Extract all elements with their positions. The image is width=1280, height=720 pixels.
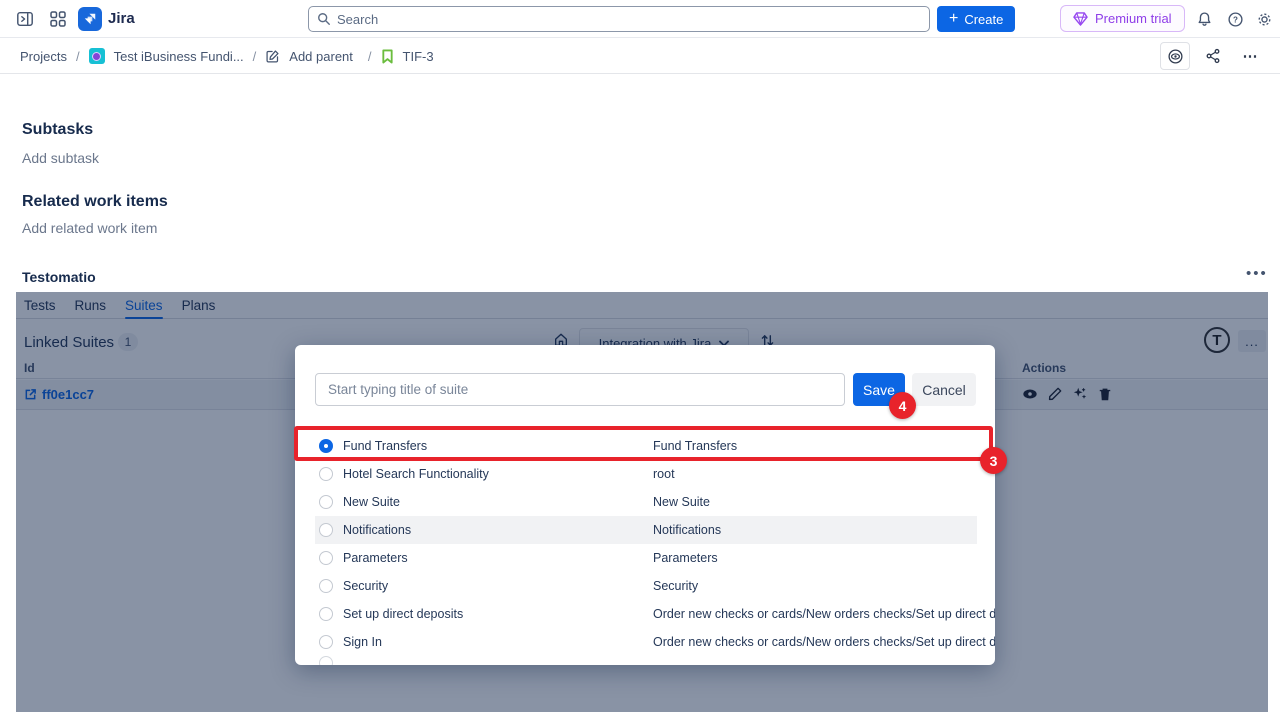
add-related-link[interactable]: Add related work item <box>22 220 157 236</box>
breadcrumb-issue-key[interactable]: TIF-3 <box>403 49 434 64</box>
issue-actions: ⋯ <box>1160 42 1266 70</box>
breadcrumb: Projects / Test iBusiness Fundi... / Add… <box>20 38 434 74</box>
share-icon[interactable] <box>1198 42 1228 70</box>
suite-option-path: Order new checks or cards/New orders che… <box>653 635 995 649</box>
suite-option-row[interactable]: Sign In Order new checks or cards/New or… <box>315 628 977 656</box>
suite-option-name: Parameters <box>343 551 408 565</box>
gear-icon[interactable] <box>1253 8 1275 30</box>
more-icon[interactable]: ⋯ <box>1236 42 1266 70</box>
search-placeholder: Search <box>337 12 378 27</box>
suite-option-path: Security <box>653 579 698 593</box>
top-navigation: Jira Search + Create Premium trial ? <box>0 0 1280 38</box>
story-icon <box>381 49 394 64</box>
suite-option-row[interactable]: Fund Transfers Fund Transfers <box>315 432 977 460</box>
suite-option-path: root <box>653 467 675 481</box>
suite-radio[interactable] <box>319 439 333 453</box>
suite-option-row[interactable]: Notifications Notifications <box>315 516 977 544</box>
link-suite-modal: Save Cancel Fund Transfers Fund Transfer… <box>295 345 995 665</box>
help-icon[interactable]: ? <box>1224 8 1246 30</box>
testomatio-heading: Testomatio <box>22 269 96 285</box>
cancel-button[interactable]: Cancel <box>912 373 976 406</box>
gem-icon <box>1073 12 1088 26</box>
suite-option-path: Notifications <box>653 523 721 537</box>
app-grid-icon[interactable] <box>47 8 69 30</box>
search-icon <box>317 12 331 26</box>
suite-option-name: Notifications <box>343 523 411 537</box>
suite-option-name: Security <box>343 579 388 593</box>
create-button[interactable]: + Create <box>937 6 1015 32</box>
add-subtask-link[interactable]: Add subtask <box>22 150 99 166</box>
suite-option-path: Order new checks or cards/New orders che… <box>653 607 995 621</box>
suite-option-name: Hotel Search Functionality <box>343 467 489 481</box>
suite-option-row[interactable]: Security Security <box>315 572 977 600</box>
app-name[interactable]: Jira <box>108 10 135 27</box>
suite-option-name: Fund Transfers <box>343 439 427 453</box>
breadcrumb-row: Projects / Test iBusiness Fundi... / Add… <box>0 38 1280 74</box>
annotation-step-4-badge: 4 <box>889 392 916 419</box>
suite-option-path: Parameters <box>653 551 718 565</box>
breadcrumb-separator: / <box>76 49 80 64</box>
svg-text:?: ? <box>1233 15 1238 24</box>
suite-option-name: Set up direct deposits <box>343 607 463 621</box>
jira-page: Jira Search + Create Premium trial ? <box>0 0 1280 720</box>
bell-icon[interactable] <box>1193 8 1215 30</box>
search-input[interactable]: Search <box>308 6 930 32</box>
suite-radio[interactable] <box>319 467 333 481</box>
suite-radio[interactable] <box>319 579 333 593</box>
suite-options-list: Fund Transfers Fund Transfers Hotel Sear… <box>315 432 977 656</box>
breadcrumb-add-parent[interactable]: Add parent <box>289 49 353 64</box>
widget-more-icon[interactable]: ••• <box>1246 265 1268 282</box>
edit-icon <box>265 49 280 64</box>
breadcrumb-projects[interactable]: Projects <box>20 49 67 64</box>
suite-option-path: New Suite <box>653 495 710 509</box>
suite-option-row[interactable]: Set up direct deposits Order new checks … <box>315 600 977 628</box>
premium-trial-button[interactable]: Premium trial <box>1060 5 1185 32</box>
suite-radio[interactable] <box>319 523 333 537</box>
project-avatar <box>89 48 105 64</box>
suite-radio[interactable] <box>319 635 333 649</box>
watch-icon[interactable] <box>1160 42 1190 70</box>
suite-option-name: Sign In <box>343 635 382 649</box>
suite-title-input[interactable] <box>315 373 845 406</box>
suite-option-row[interactable]: Hotel Search Functionality root <box>315 460 977 488</box>
suite-option-path: Fund Transfers <box>653 439 737 453</box>
related-items-heading: Related work items <box>22 193 168 211</box>
plus-icon: + <box>949 10 958 28</box>
suite-radio[interactable] <box>319 495 333 509</box>
subtasks-heading: Subtasks <box>22 121 93 139</box>
annotation-step-3-badge: 3 <box>980 447 1007 474</box>
suite-option-row[interactable]: Parameters Parameters <box>315 544 977 572</box>
breadcrumb-project[interactable]: Test iBusiness Fundi... <box>114 49 244 64</box>
suite-option-row[interactable]: New Suite New Suite <box>315 488 977 516</box>
partial-row-radio <box>319 656 333 665</box>
suite-radio[interactable] <box>319 607 333 621</box>
jira-logo-icon[interactable] <box>78 7 102 31</box>
suite-radio[interactable] <box>319 551 333 565</box>
suite-option-name: New Suite <box>343 495 400 509</box>
sidebar-toggle-icon[interactable] <box>14 8 36 30</box>
